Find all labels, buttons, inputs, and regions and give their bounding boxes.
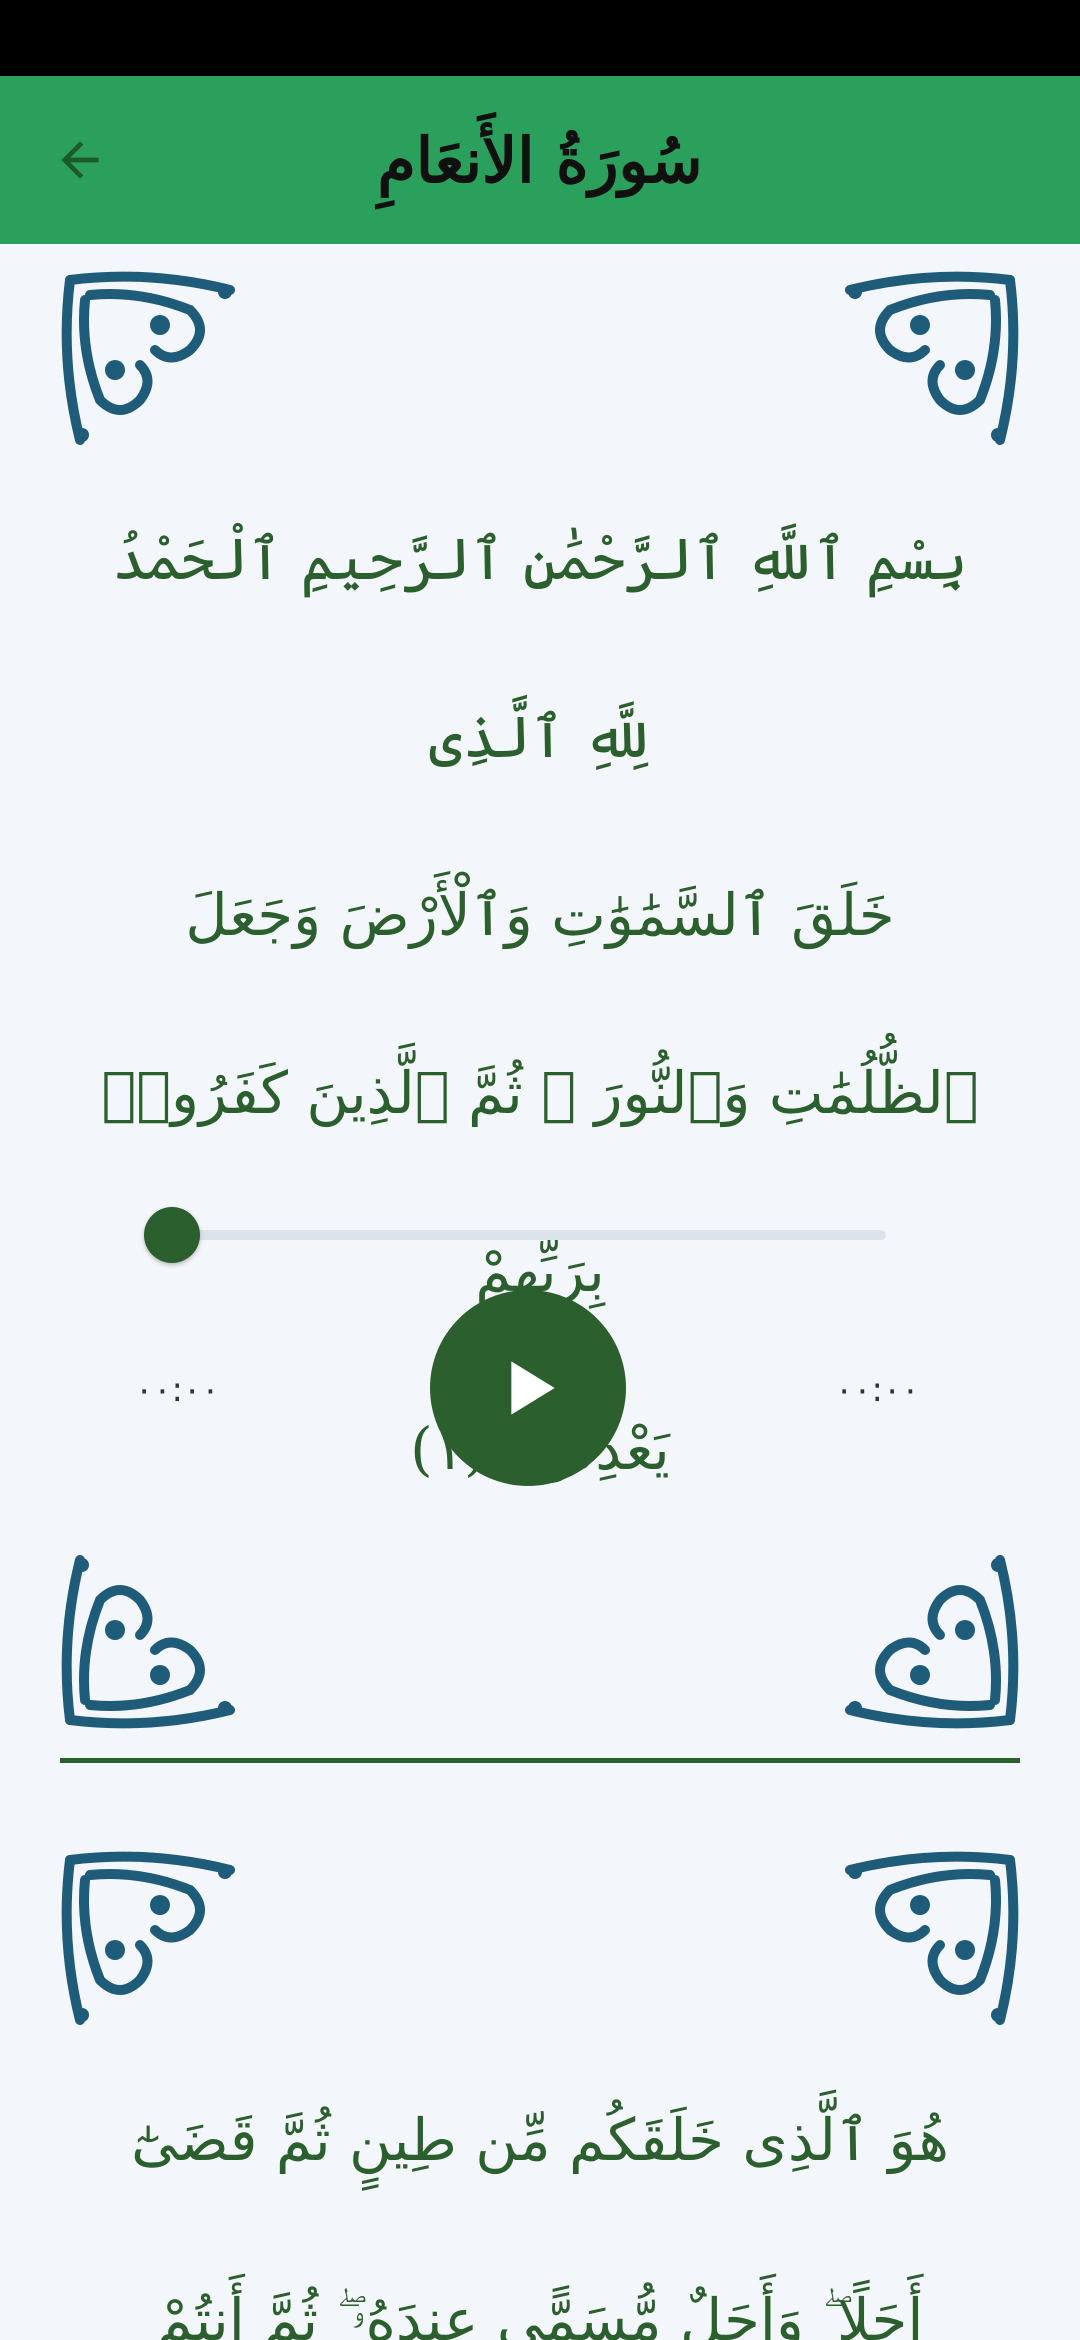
verse-line: هُوَ ٱلَّذِى خَلَقَكُم مِّن طِينٍ ثُمَّ … [131,2106,949,2174]
ornament-corner-icon [61,1555,235,1729]
ornament-corner-icon [845,271,1019,445]
arrow-left-icon [61,141,99,179]
seek-bar[interactable] [172,1230,886,1240]
ornament-corner-icon [61,1851,235,2025]
verse-divider [60,1758,1020,1763]
verse-text: هُوَ ٱلَّذِى خَلَقَكُم مِّن طِينٍ ثُمَّ … [100,2050,980,2340]
back-button[interactable] [40,120,120,200]
time-total: ٠٠:٠٠ [835,1370,920,1410]
verse-line: بِسْمِ ٱللَّهِ ٱلرَّحْمَٰنِ ٱلرَّحِيمِ ٱ… [112,525,968,771]
status-bar [0,0,1080,76]
play-button[interactable] [430,1290,626,1486]
verse-line: خَلَقَ ٱلسَّمَٰوَٰتِ وَٱلْأَرْضَ وَجَعَل… [185,881,895,949]
seek-bar-thumb[interactable] [144,1207,200,1263]
verse-line: أَجَلًا ۖ وَأَجَلٌ مُّسَمًّى عِندَهُۥ ۖ … [156,2286,924,2340]
app-bar: سُورَةُ الأَنعَامِ [0,76,1080,244]
verse-card: بِسْمِ ٱللَّهِ ٱلرَّحْمَٰنِ ٱلرَّحِيمِ ٱ… [0,270,1080,1735]
time-elapsed: ٠٠:٠٠ [135,1370,220,1410]
ornament-corner-icon [61,271,235,445]
ornament-corner-icon [845,1555,1019,1729]
play-icon [511,1361,555,1415]
ornament-corner-icon [845,1851,1019,2025]
verse-card: هُوَ ٱلَّذِى خَلَقَكُم مِّن طِينٍ ثُمَّ … [0,1850,1080,2340]
page-title: سُورَةُ الأَنعَامِ [377,123,703,197]
